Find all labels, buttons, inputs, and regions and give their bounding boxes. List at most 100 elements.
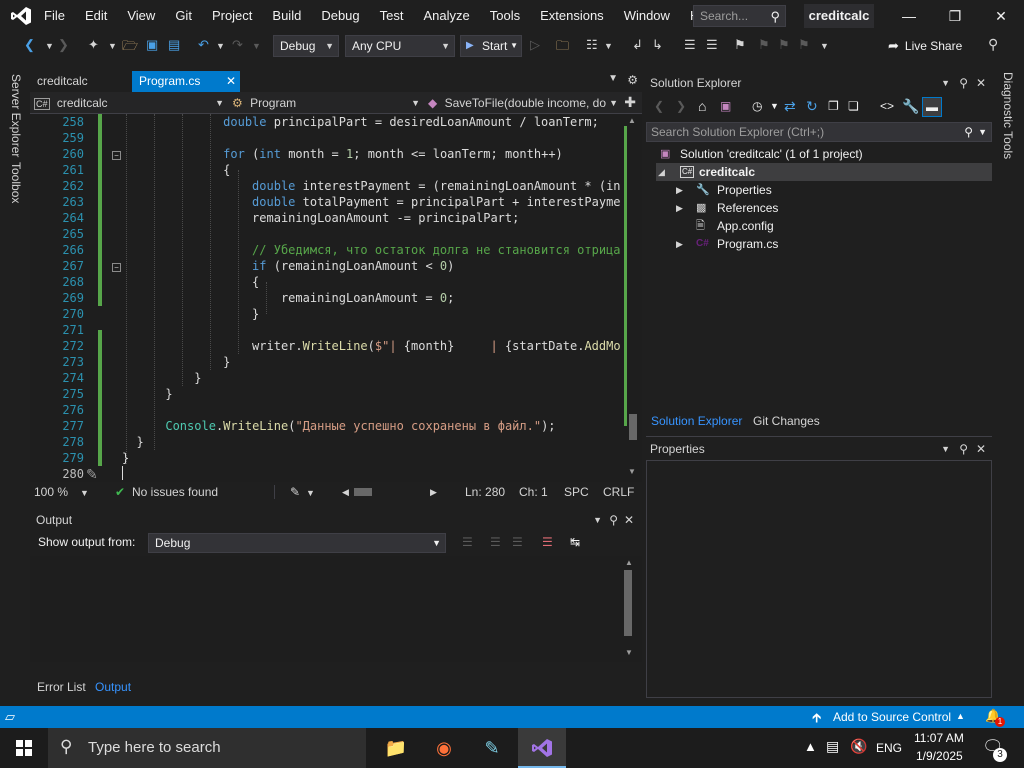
scroll-up-icon[interactable]: ▲ xyxy=(628,116,636,125)
window-position-dropdown-icon[interactable]: ▼ xyxy=(941,74,950,92)
chevron-up-icon[interactable]: ▲ xyxy=(956,711,965,721)
toolbox-tab[interactable]: Toolbox xyxy=(9,162,23,203)
hot-reload-icon[interactable]: ☷ xyxy=(586,37,598,53)
show-all-files-icon[interactable]: ❏ xyxy=(848,99,859,113)
close-tab-icon[interactable]: ✕ xyxy=(226,71,236,92)
scroll-right-icon[interactable]: ▶ xyxy=(430,487,437,498)
next-bookmark-folder-icon[interactable]: ⚑ xyxy=(798,37,810,53)
tab-output[interactable]: Output xyxy=(95,680,131,694)
scroll-down-icon[interactable]: ▼ xyxy=(628,467,636,476)
feedback-icon[interactable]: ⚲ xyxy=(988,36,998,53)
output-text-area[interactable]: ▲ ▼ xyxy=(30,556,642,662)
save-all-icon[interactable]: ▤ xyxy=(168,37,180,53)
start-button[interactable]: ▶ Start ▼ xyxy=(460,35,522,57)
solution-explorer-search-input[interactable]: Search Solution Explorer (Ctrl+;) ⚲ ▼ xyxy=(646,122,992,142)
scroll-left-icon[interactable]: ◀ xyxy=(342,487,349,498)
add-to-source-control-button[interactable]: Add to Source Control xyxy=(833,710,951,724)
navigate-back-icon[interactable]: ❮ xyxy=(24,37,35,53)
clock-time[interactable]: 11:07 AM xyxy=(914,731,964,745)
tab-error-list[interactable]: Error List xyxy=(37,680,86,694)
menu-test[interactable]: Test xyxy=(370,0,414,32)
new-project-dropdown-icon[interactable]: ▼ xyxy=(108,41,117,51)
new-project-icon[interactable]: ✦ xyxy=(88,37,99,53)
comment-icon[interactable]: ☰ xyxy=(684,37,696,53)
pending-changes-filter-icon[interactable]: ◷ xyxy=(752,99,762,113)
open-file-icon[interactable]: 🗁 xyxy=(122,37,138,59)
start-without-debugging-icon[interactable]: ▷ xyxy=(530,37,540,53)
close-window-button[interactable]: ✕ xyxy=(978,0,1024,32)
restore-button[interactable]: ❐ xyxy=(932,0,978,32)
menu-debug[interactable]: Debug xyxy=(311,0,369,32)
network-icon[interactable]: ▤ xyxy=(826,738,839,755)
zoom-level[interactable]: 100 % xyxy=(34,485,68,499)
tab-solution-explorer[interactable]: Solution Explorer xyxy=(651,414,742,428)
bookmark-icon[interactable]: ⚑ xyxy=(734,37,746,53)
collapse-all-icon[interactable]: ❐ xyxy=(828,99,839,113)
code-cleanup-dropdown-icon[interactable]: ▼ xyxy=(306,488,315,498)
live-share-button[interactable]: ➦ Live Share xyxy=(888,38,962,54)
scroll-down-icon[interactable]: ▼ xyxy=(625,648,633,657)
close-icon[interactable]: ✕ xyxy=(624,510,634,530)
clock-date[interactable]: 1/9/2025 xyxy=(916,749,963,763)
forward-icon[interactable]: ❯ xyxy=(676,99,686,113)
scrollbar-thumb[interactable] xyxy=(624,570,632,636)
undo-dropdown-icon[interactable]: ▼ xyxy=(216,41,225,51)
step-into-icon[interactable]: ↲ xyxy=(632,37,643,53)
volume-muted-icon[interactable]: 🔇 xyxy=(850,738,867,755)
window-position-dropdown-icon[interactable]: ▼ xyxy=(941,440,950,458)
input-language[interactable]: ENG xyxy=(876,741,902,755)
menu-analyze[interactable]: Analyze xyxy=(413,0,479,32)
code-editor[interactable]: 258 259 260 261 262 263 264 265 266 267 268 269 270 2… xyxy=(30,114,642,482)
taskbar-search-input[interactable]: ⚲ Type here to search xyxy=(48,728,366,768)
next-bookmark-icon[interactable]: ⚑ xyxy=(778,37,790,53)
menu-view[interactable]: View xyxy=(117,0,165,32)
issues-status[interactable]: No issues found xyxy=(132,485,218,499)
previous-bookmark-icon[interactable]: ⚑ xyxy=(758,37,770,53)
pin-icon[interactable]: ⚲ xyxy=(959,440,968,458)
line-position[interactable]: Ln: 280 xyxy=(465,485,505,499)
notepad-app-icon[interactable]: ✎ xyxy=(468,728,516,768)
home-icon[interactable]: ⌂ xyxy=(698,98,706,114)
menu-git[interactable]: Git xyxy=(165,0,202,32)
menu-file[interactable]: File xyxy=(34,0,75,32)
server-explorer-tab[interactable]: Server Explorer xyxy=(9,74,23,157)
sync-icon[interactable]: ⇄ xyxy=(784,98,796,115)
project-select[interactable]: C# creditcalc ▼ xyxy=(34,94,226,112)
project-node[interactable]: ◢ C# creditcalc xyxy=(656,163,992,181)
collapse-icon[interactable]: − xyxy=(112,151,121,160)
uncomment-icon[interactable]: ☰ xyxy=(706,37,718,53)
menu-project[interactable]: Project xyxy=(202,0,262,32)
pin-icon[interactable]: ⚲ xyxy=(609,510,618,530)
toolbar-options-icon[interactable]: ▼ xyxy=(820,41,829,51)
clear-all-icon[interactable]: ☰ xyxy=(542,535,553,549)
line-ending[interactable]: CRLF xyxy=(603,485,634,499)
switch-views-icon[interactable]: ▣ xyxy=(720,99,731,113)
previous-message-icon[interactable]: ☰ xyxy=(490,535,501,549)
navigate-forward-icon[interactable]: ❯ xyxy=(58,37,69,53)
scrollbar-thumb[interactable] xyxy=(629,414,637,440)
search-input[interactable]: Search... ⚲ xyxy=(693,5,786,27)
tab-git-changes[interactable]: Git Changes xyxy=(753,414,820,428)
browse-folder-icon[interactable]: 🗀 xyxy=(556,37,569,59)
window-position-dropdown-icon[interactable]: ▼ xyxy=(593,510,602,530)
close-icon[interactable]: ✕ xyxy=(976,74,986,92)
tab-creditcalc[interactable]: creditcalc xyxy=(30,71,130,92)
undo-icon[interactable]: ↶ xyxy=(198,37,209,53)
menu-window[interactable]: Window xyxy=(614,0,680,32)
toggle-word-wrap-icon[interactable]: ↹ xyxy=(570,535,580,549)
member-select[interactable]: ◆ SaveToFile(double income, do ▼ xyxy=(428,94,620,112)
windows-start-icon[interactable] xyxy=(16,740,32,756)
split-editor-icon[interactable]: ✚ xyxy=(624,94,636,111)
zoom-dropdown-icon[interactable]: ▼ xyxy=(80,488,89,498)
find-message-icon[interactable]: ☰ xyxy=(462,535,473,549)
quick-actions-brush-icon[interactable]: ✎ xyxy=(86,466,98,482)
hot-reload-dropdown-icon[interactable]: ▼ xyxy=(604,41,613,51)
class-select[interactable]: ⚙ Program ▼ xyxy=(232,94,422,112)
search-options-dropdown-icon[interactable]: ▼ xyxy=(978,123,987,141)
editor-vertical-scrollbar[interactable]: ▲ ▼ xyxy=(624,114,642,476)
redo-dropdown-icon[interactable]: ▼ xyxy=(252,41,261,51)
show-hidden-icons-icon[interactable]: ▲ xyxy=(804,739,817,754)
step-over-icon[interactable]: ↳ xyxy=(652,37,663,53)
tab-list-dropdown-icon[interactable]: ▼ xyxy=(608,73,618,84)
navigate-back-dropdown-icon[interactable]: ▼ xyxy=(45,41,54,51)
